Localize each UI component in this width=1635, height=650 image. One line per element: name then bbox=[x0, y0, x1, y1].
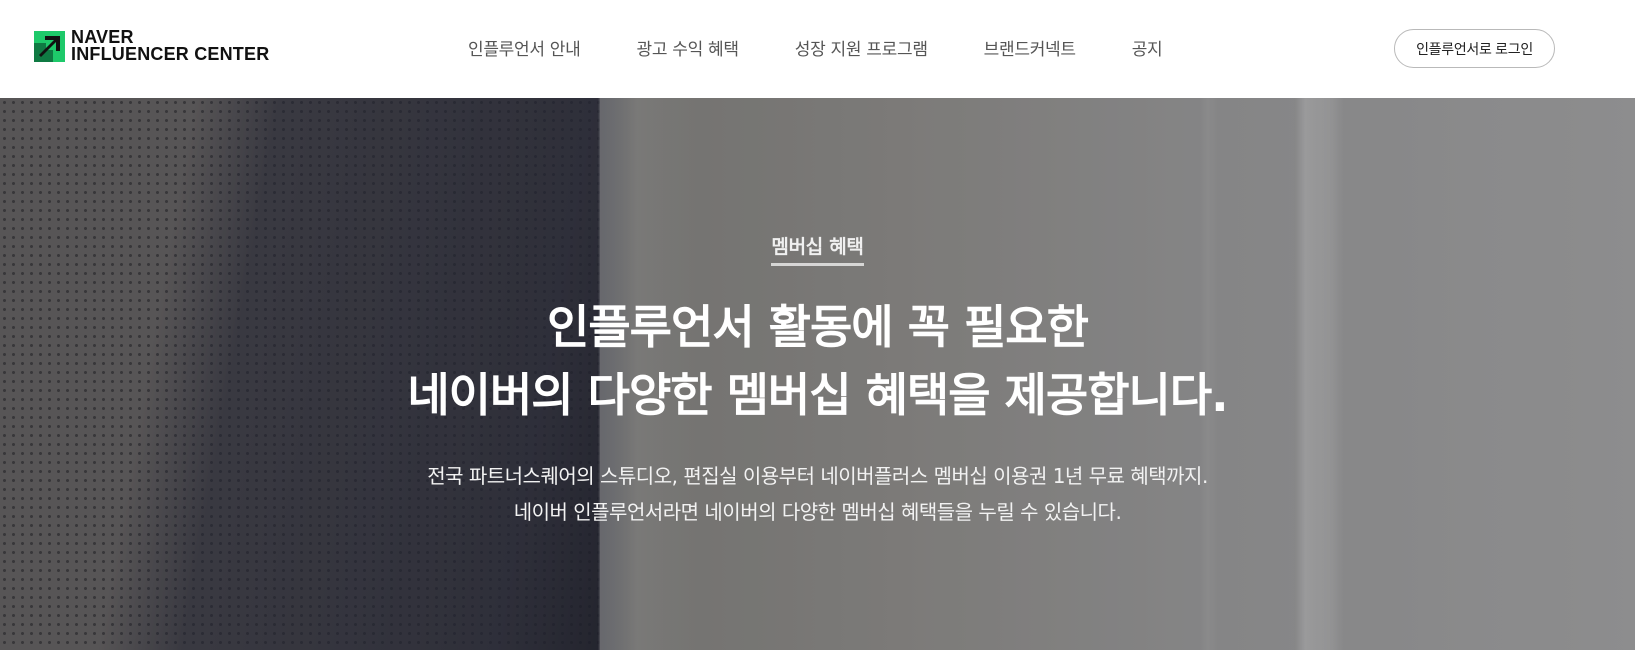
naver-influencer-center-logo[interactable]: NAVER INFLUENCER CENTER bbox=[34, 28, 270, 64]
nav-item-growth-program[interactable]: 성장 지원 프로그램 bbox=[795, 35, 928, 60]
influencer-login-button[interactable]: 인플루언서로 로그인 bbox=[1394, 29, 1555, 68]
logo-wordmark: NAVER INFLUENCER CENTER bbox=[71, 28, 270, 64]
site-header: NAVER INFLUENCER CENTER 인플루언서 안내 광고 수익 혜… bbox=[0, 0, 1635, 98]
hero-description: 전국 파트너스퀘어의 스튜디오, 편집실 이용부터 네이버플러스 멤버십 이용권… bbox=[0, 458, 1635, 530]
hero-title: 인플루언서 활동에 꼭 필요한 네이버의 다양한 멤버십 혜택을 제공합니다. bbox=[0, 293, 1635, 429]
membership-hero-banner: 멤버십 혜택 인플루언서 활동에 꼭 필요한 네이버의 다양한 멤버십 혜택을 … bbox=[0, 98, 1635, 650]
nav-item-ad-revenue-benefits[interactable]: 광고 수익 혜택 bbox=[636, 35, 739, 60]
hero-description-line-1: 전국 파트너스퀘어의 스튜디오, 편집실 이용부터 네이버플러스 멤버십 이용권… bbox=[427, 464, 1208, 488]
hero-title-line-2: 네이버의 다양한 멤버십 혜택을 제공합니다. bbox=[407, 368, 1228, 422]
hero-description-line-2: 네이버 인플루언서라면 네이버의 다양한 멤버십 혜택들을 누릴 수 있습니다. bbox=[513, 500, 1122, 524]
nav-item-influencer-guide[interactable]: 인플루언서 안내 bbox=[468, 35, 581, 60]
hero-tag: 멤버십 혜택 bbox=[0, 232, 1635, 266]
nav-item-notice[interactable]: 공지 bbox=[1132, 35, 1163, 60]
hero-tag-label: 멤버십 혜택 bbox=[771, 232, 864, 266]
logo-line-influencer-center: INFLUENCER CENTER bbox=[71, 44, 270, 64]
main-nav: 인플루언서 안내 광고 수익 혜택 성장 지원 프로그램 브랜드커넥트 공지 bbox=[468, 35, 1163, 60]
naver-arrow-logo-icon bbox=[34, 30, 65, 62]
hero-title-line-1: 인플루언서 활동에 꼭 필요한 bbox=[547, 300, 1089, 354]
nav-item-brand-connect[interactable]: 브랜드커넥트 bbox=[984, 35, 1076, 60]
hero-content: 멤버십 혜택 인플루언서 활동에 꼭 필요한 네이버의 다양한 멤버십 혜택을 … bbox=[0, 98, 1635, 650]
